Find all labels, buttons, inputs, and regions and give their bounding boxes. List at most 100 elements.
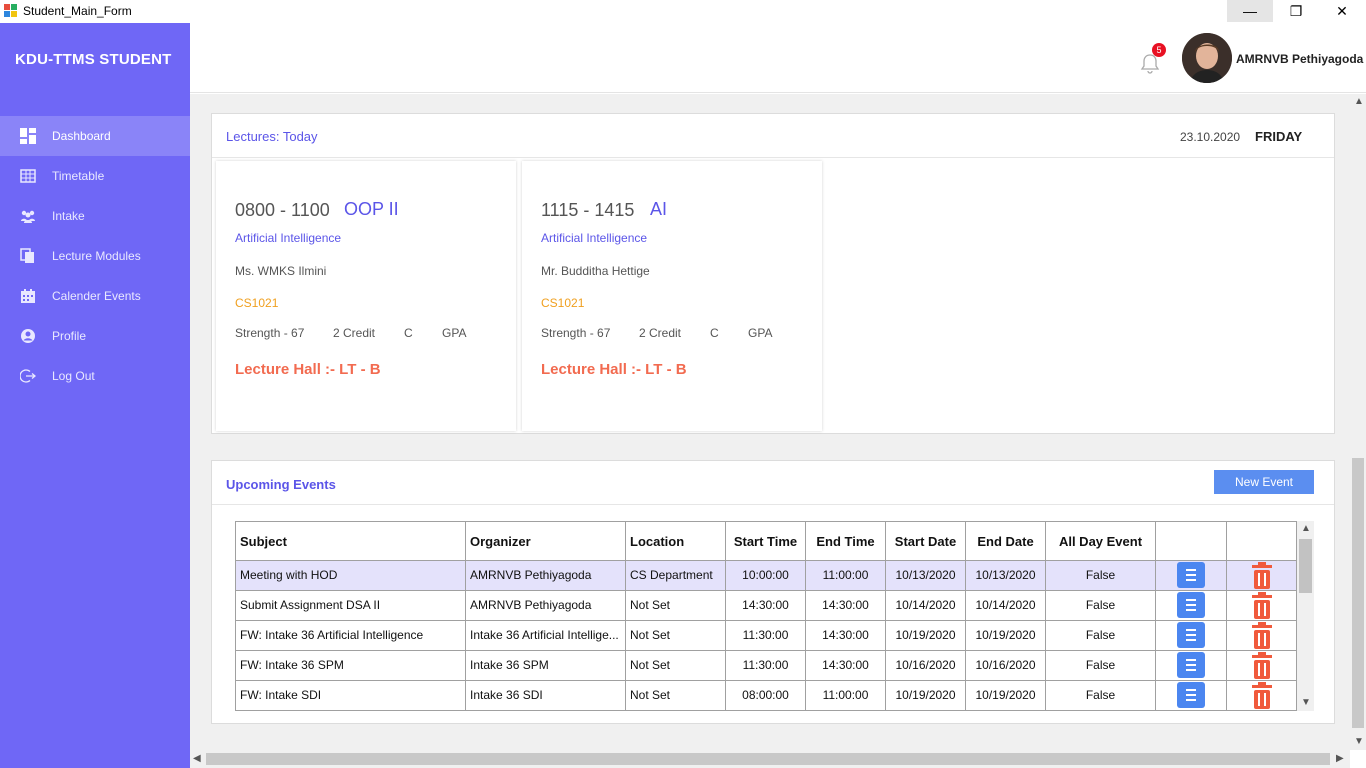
- table-cell[interactable]: 08:00:00: [726, 681, 806, 710]
- scrollbar-thumb[interactable]: [1299, 539, 1312, 593]
- scroll-up-icon[interactable]: ▲: [1301, 523, 1311, 534]
- table-cell[interactable]: AMRNVB Pethiyagoda: [466, 561, 626, 591]
- scrollbar-thumb[interactable]: [206, 753, 1330, 765]
- column-header[interactable]: All Day Event: [1046, 522, 1156, 561]
- table-cell[interactable]: Intake 36 SDI: [466, 681, 626, 710]
- table-cell[interactable]: Not Set: [626, 621, 726, 651]
- column-header[interactable]: Location: [626, 522, 726, 561]
- scroll-right-icon[interactable]: ▶: [1336, 753, 1344, 764]
- table-cell[interactable]: 10/16/2020: [966, 651, 1046, 681]
- table-cell[interactable]: False: [1046, 681, 1156, 710]
- table-cell[interactable]: Submit Assignment DSA II: [236, 591, 466, 621]
- course-code: CS1021: [235, 296, 279, 310]
- sidebar-item-log-out[interactable]: Log Out: [0, 356, 190, 396]
- sidebar-item-dashboard[interactable]: Dashboard: [0, 116, 190, 156]
- table-cell[interactable]: 10:00:00: [726, 561, 806, 591]
- lecture-card[interactable]: 1115 - 1415 AI Artificial Intelligence M…: [522, 161, 822, 431]
- table-cell[interactable]: False: [1046, 561, 1156, 591]
- table-cell[interactable]: FW: Intake SDI: [236, 681, 466, 710]
- sidebar-item-lecture-modules[interactable]: Lecture Modules: [0, 236, 190, 276]
- table-cell[interactable]: 14:30:00: [806, 621, 886, 651]
- table-cell[interactable]: 10/16/2020: [886, 651, 966, 681]
- avatar[interactable]: [1182, 33, 1232, 83]
- edit-cell[interactable]: [1156, 621, 1227, 651]
- edit-cell[interactable]: [1156, 681, 1227, 710]
- table-cell[interactable]: 14:30:00: [806, 651, 886, 681]
- minimize-button[interactable]: —: [1227, 0, 1273, 22]
- column-header[interactable]: [1227, 522, 1296, 561]
- table-cell[interactable]: 11:00:00: [806, 681, 886, 710]
- scroll-down-icon[interactable]: ▼: [1301, 697, 1311, 708]
- table-cell[interactable]: 11:00:00: [806, 561, 886, 591]
- delete-cell[interactable]: [1227, 591, 1296, 621]
- trash-icon[interactable]: [1251, 622, 1273, 650]
- table-cell[interactable]: 10/19/2020: [966, 681, 1046, 710]
- column-header[interactable]: Start Time: [726, 522, 806, 561]
- scrollbar-thumb[interactable]: [1352, 458, 1364, 728]
- events-table[interactable]: Subject Organizer Location Start Time End Ti…: [235, 521, 1297, 711]
- table-cell[interactable]: 11:30:00: [726, 621, 806, 651]
- trash-icon[interactable]: [1251, 592, 1273, 620]
- table-cell[interactable]: 14:30:00: [806, 591, 886, 621]
- table-cell[interactable]: False: [1046, 651, 1156, 681]
- table-cell[interactable]: 10/19/2020: [966, 621, 1046, 651]
- column-header[interactable]: End Date: [966, 522, 1046, 561]
- menu-icon[interactable]: [1177, 592, 1205, 618]
- trash-icon[interactable]: [1251, 562, 1273, 590]
- delete-cell[interactable]: [1227, 651, 1296, 681]
- table-cell[interactable]: 10/19/2020: [886, 681, 966, 710]
- edit-cell[interactable]: [1156, 591, 1227, 621]
- table-cell[interactable]: Not Set: [626, 651, 726, 681]
- table-cell[interactable]: False: [1046, 621, 1156, 651]
- sidebar-item-label: Dashboard: [52, 129, 111, 143]
- edit-cell[interactable]: [1156, 561, 1227, 591]
- new-event-button[interactable]: New Event: [1214, 470, 1314, 494]
- table-cell[interactable]: Intake 36 SPM: [466, 651, 626, 681]
- table-cell[interactable]: FW: Intake 36 SPM: [236, 651, 466, 681]
- menu-icon[interactable]: [1177, 622, 1205, 648]
- menu-icon[interactable]: [1177, 682, 1205, 708]
- edit-cell[interactable]: [1156, 651, 1227, 681]
- delete-cell[interactable]: [1227, 561, 1296, 591]
- table-cell[interactable]: Meeting with HOD: [236, 561, 466, 591]
- table-scrollbar[interactable]: ▲ ▼: [1297, 521, 1314, 711]
- table-cell[interactable]: AMRNVB Pethiyagoda: [466, 591, 626, 621]
- sidebar-item-intake[interactable]: Intake: [0, 196, 190, 236]
- close-button[interactable]: ✕: [1319, 0, 1365, 22]
- menu-icon[interactable]: [1177, 562, 1205, 588]
- table-cell[interactable]: Intake 36 Artificial Intellige...: [466, 621, 626, 651]
- menu-icon[interactable]: [1177, 652, 1205, 678]
- delete-cell[interactable]: [1227, 681, 1296, 710]
- table-cell[interactable]: FW: Intake 36 Artificial Intelligence: [236, 621, 466, 651]
- delete-cell[interactable]: [1227, 621, 1296, 651]
- restore-button[interactable]: ❐: [1273, 0, 1319, 22]
- table-cell[interactable]: CS Department: [626, 561, 726, 591]
- column-header[interactable]: Subject: [236, 522, 466, 561]
- trash-icon[interactable]: [1251, 682, 1273, 710]
- trash-icon[interactable]: [1251, 652, 1273, 680]
- column-header[interactable]: Organizer: [466, 522, 626, 561]
- table-cell[interactable]: 10/14/2020: [966, 591, 1046, 621]
- table-cell[interactable]: 10/14/2020: [886, 591, 966, 621]
- scroll-left-icon[interactable]: ◀: [193, 753, 201, 764]
- table-cell[interactable]: 10/19/2020: [886, 621, 966, 651]
- column-header[interactable]: Start Date: [886, 522, 966, 561]
- page-vertical-scrollbar[interactable]: ▲ ▼: [1350, 94, 1366, 750]
- sidebar-item-timetable[interactable]: Timetable: [0, 156, 190, 196]
- table-cell[interactable]: 10/13/2020: [966, 561, 1046, 591]
- lecture-time: 0800 - 1100: [235, 200, 330, 220]
- table-cell[interactable]: Not Set: [626, 591, 726, 621]
- lecture-card[interactable]: 0800 - 1100 OOP II Artificial Intelligen…: [216, 161, 516, 431]
- scroll-up-icon[interactable]: ▲: [1354, 96, 1364, 107]
- table-cell[interactable]: 10/13/2020: [886, 561, 966, 591]
- scroll-down-icon[interactable]: ▼: [1354, 736, 1364, 747]
- table-cell[interactable]: 14:30:00: [726, 591, 806, 621]
- column-header[interactable]: End Time: [806, 522, 886, 561]
- column-header[interactable]: [1156, 522, 1227, 561]
- table-cell[interactable]: False: [1046, 591, 1156, 621]
- table-cell[interactable]: 11:30:00: [726, 651, 806, 681]
- sidebar-item-calender-events[interactable]: Calender Events: [0, 276, 190, 316]
- page-horizontal-scrollbar[interactable]: ◀ ▶: [190, 750, 1350, 768]
- table-cell[interactable]: Not Set: [626, 681, 726, 710]
- sidebar-item-profile[interactable]: Profile: [0, 316, 190, 356]
